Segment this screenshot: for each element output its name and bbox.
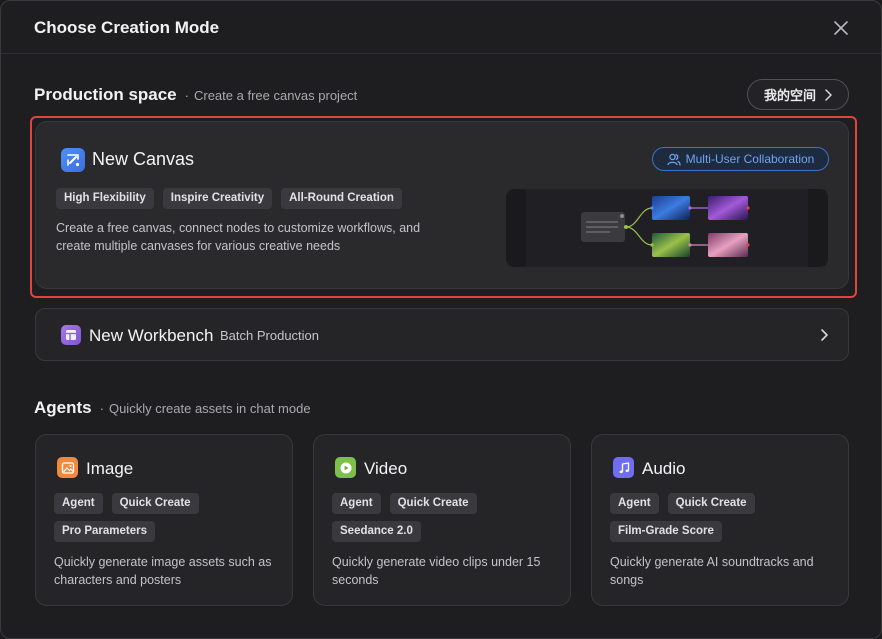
tag: Quick Create: [389, 493, 477, 514]
dialog-title: Choose Creation Mode: [34, 18, 220, 37]
close-icon[interactable]: [831, 18, 851, 38]
agents-section-subtitle: Quickly create assets in chat mode: [100, 401, 311, 416]
chevron-right-icon: [825, 88, 832, 101]
image-agent-description-line: characters and posters: [54, 573, 182, 587]
my-space-label: 我的空间: [763, 88, 816, 103]
new-workbench-card[interactable]: New Workbench Batch Production: [35, 308, 849, 361]
tag: Agent: [54, 493, 103, 514]
image-agent-tags: Agent Quick Create Pro Parameters: [54, 493, 284, 542]
tag: Quick Create: [667, 493, 755, 514]
agents-section-header: Agents Quickly create assets in chat mod…: [34, 398, 311, 418]
video-agent-card[interactable]: Video Agent Quick Create Seedance 2.0 Qu…: [313, 434, 571, 606]
production-section-subtitle: Create a free canvas project: [185, 88, 357, 103]
image-agent-description-line: Quickly generate image assets such as: [54, 555, 272, 569]
agents-section-title: Agents: [34, 398, 92, 417]
tag: High Flexibility: [56, 188, 154, 209]
canvas-description-line: Create a free canvas, connect nodes to c…: [56, 221, 421, 235]
chevron-right-icon: [821, 329, 828, 341]
audio-agent-description-line: Quickly generate AI soundtracks and: [610, 555, 814, 569]
video-agent-tags: Agent Quick Create Seedance 2.0: [332, 493, 562, 542]
video-agent-title: Video: [364, 459, 408, 478]
users-icon: [666, 153, 681, 166]
audio-agent-description-line: songs: [610, 573, 644, 587]
creation-mode-dialog: Choose Creation Mode Production space Cr…: [0, 0, 882, 639]
canvas-preview-image: [506, 189, 828, 267]
tag: Seedance 2.0: [332, 521, 421, 542]
new-canvas-title: New Canvas: [92, 149, 195, 169]
collaboration-label: Multi-User Collaboration: [685, 152, 815, 166]
canvas-description: Create a free canvas, connect nodes to c…: [56, 219, 420, 255]
video-agent-description: Quickly generate video clips under 15 se…: [332, 553, 540, 589]
dialog-header: Choose Creation Mode: [1, 1, 881, 54]
tag: Agent: [332, 493, 381, 514]
multi-user-collaboration-badge: Multi-User Collaboration: [652, 147, 829, 171]
music-note-icon: [613, 457, 634, 478]
production-section-header: Production space Create a free canvas pr…: [34, 85, 357, 105]
new-workbench-title: New Workbench: [89, 326, 214, 345]
canvas-icon: [61, 148, 85, 172]
tag: All-Round Creation: [281, 188, 402, 209]
audio-agent-description: Quickly generate AI soundtracks and song…: [610, 553, 814, 589]
close-button[interactable]: [831, 18, 851, 38]
video-play-icon: [335, 457, 356, 478]
tag: Quick Create: [111, 493, 199, 514]
audio-agent-card[interactable]: Audio Agent Quick Create Film-Grade Scor…: [591, 434, 849, 606]
canvas-tags: High Flexibility Inspire Creativity All-…: [56, 188, 402, 209]
audio-agent-tags: Agent Quick Create Film-Grade Score: [610, 493, 840, 542]
video-agent-description-line: seconds: [332, 573, 379, 587]
tag: Pro Parameters: [54, 521, 156, 542]
tag: Inspire Creativity: [162, 188, 273, 209]
new-workbench-subtitle: Batch Production: [220, 328, 320, 343]
new-canvas-card[interactable]: New Canvas Multi-User Collaboration High…: [35, 121, 849, 289]
canvas-description-line: create multiple canvases for various cre…: [56, 239, 341, 253]
workbench-icon: [61, 325, 81, 345]
audio-agent-title: Audio: [642, 459, 686, 478]
image-agent-description: Quickly generate image assets such as ch…: [54, 553, 271, 589]
image-agent-title: Image: [86, 459, 134, 478]
image-icon: [57, 457, 78, 478]
tag: Agent: [610, 493, 659, 514]
my-space-button[interactable]: 我的空间: [747, 79, 849, 110]
tag: Film-Grade Score: [610, 521, 722, 542]
image-agent-card[interactable]: Image Agent Quick Create Pro Parameters …: [35, 434, 293, 606]
video-agent-description-line: Quickly generate video clips under 15: [332, 555, 541, 569]
production-section-title: Production space: [34, 85, 177, 104]
